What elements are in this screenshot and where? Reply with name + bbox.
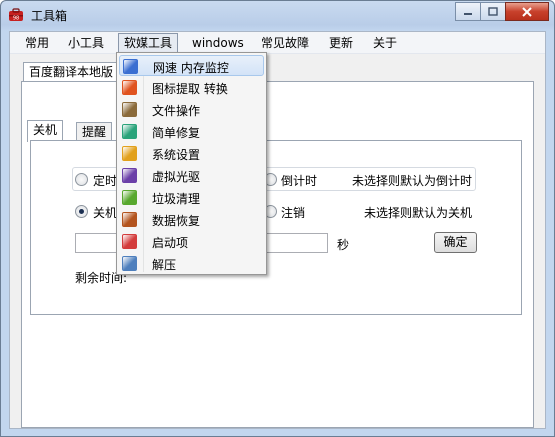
tab-baidu-translate[interactable]: 百度翻译本地版 [23,62,120,82]
dropdown-item[interactable]: 网速 内存监控 [119,55,264,76]
menu-small-tools[interactable]: 小工具 [63,35,109,52]
dropdown-item[interactable]: 图标提取 转换 [119,77,264,98]
cleanup-icon [122,190,137,205]
unzip-icon [122,256,137,271]
dropdown-item-label: 系统设置 [152,148,201,162]
dropdown-item-label: 简单修复 [152,126,201,140]
timer-label: 定时 [93,174,118,188]
client-area: 常用 小工具 软媒工具 windows 常见故障 更新 关于 百度翻译本地版 关… [9,31,546,429]
dropdown-item-label: 文件操作 [152,104,201,118]
menu-about[interactable]: 关于 [368,35,402,52]
minimize-icon [464,12,472,15]
app-window: 98 工具箱 常用 小工具 软媒工具 windows 常见故障 更新 关于 百度… [0,0,555,437]
maximize-icon [488,7,498,16]
virtual-drive-icon [122,168,137,183]
dropdown-item-label: 虚拟光驱 [152,170,201,184]
confirm-button[interactable]: 确定 [434,232,477,253]
window-controls [455,2,549,22]
minimize-button[interactable] [455,2,481,21]
network-memory-icon [123,59,138,74]
menu-windows[interactable]: windows [187,35,249,52]
menu-bar: 常用 小工具 软媒工具 windows 常见故障 更新 关于 [10,32,545,54]
dropdown-item[interactable]: 简单修复 [119,121,264,142]
dropdown-item[interactable]: 系统设置 [119,143,264,164]
shutdown-radio[interactable] [75,205,88,218]
seconds-unit-label: 秒 [337,238,350,252]
timer-radio[interactable] [75,173,88,186]
menu-update[interactable]: 更新 [324,35,358,52]
timer-hint: 未选择则默认为倒计时 [352,174,473,188]
dropdown-item[interactable]: 解压 [119,253,264,274]
settings-gear-icon [122,146,137,161]
dropdown-item[interactable]: 文件操作 [119,99,264,120]
menu-common-faults[interactable]: 常见故障 [256,35,314,52]
svg-text:98: 98 [13,16,19,22]
dropdown-item-label: 解压 [152,258,177,272]
menu-ruanmei-tools[interactable]: 软媒工具 [118,33,179,53]
dropdown-item-label: 数据恢复 [152,214,201,228]
tab-shutdown[interactable]: 关机 [27,120,64,142]
shutdown-panel: 定时 倒计时 未选择则默认为倒计时 关机 注销 未选择则默认为关机 秒 确定 剩… [30,140,522,315]
startup-rocket-icon [122,234,137,249]
dropdown-item-label: 启动项 [152,236,189,250]
repair-icon [122,124,137,139]
file-ops-icon [122,102,137,117]
dropdown-item[interactable]: 垃圾清理 [119,187,264,208]
ruanmei-tools-dropdown: 网速 内存监控 图标提取 转换 文件操作简单修复系统设置虚拟光驱垃圾清理数据恢复启动… [116,52,267,275]
logout-label: 注销 [281,206,306,220]
icon-extract-icon [122,80,137,95]
data-recovery-icon [122,212,137,227]
title-bar[interactable]: 98 工具箱 [1,1,554,30]
tab-reminder[interactable]: 提醒 [76,122,113,141]
dropdown-item[interactable]: 数据恢复 [119,209,264,230]
window-title: 工具箱 [31,9,68,23]
close-icon [522,6,532,17]
dropdown-item[interactable]: 启动项 [119,231,264,252]
toolbox-app-icon: 98 [9,8,23,22]
action-hint: 未选择则默认为关机 [364,206,473,220]
dropdown-item-label: 图标提取 转换 [152,82,228,96]
maximize-button[interactable] [480,2,506,21]
menu-common[interactable]: 常用 [20,35,54,52]
close-button[interactable] [505,2,549,21]
dropdown-item-label: 垃圾清理 [152,192,201,206]
dropdown-item-label: 网速 内存监控 [153,61,229,75]
countdown-label: 倒计时 [281,174,318,188]
dropdown-item[interactable]: 虚拟光驱 [119,165,264,186]
shutdown-label: 关机 [93,206,118,220]
